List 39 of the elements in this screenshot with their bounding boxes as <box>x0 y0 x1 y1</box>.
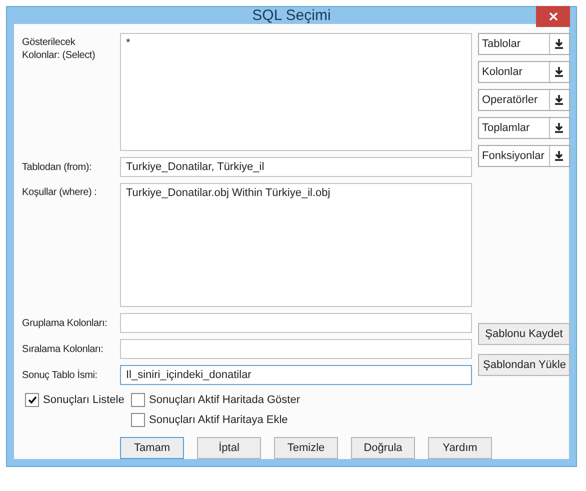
close-button[interactable] <box>536 6 570 27</box>
field-label: Sonuç Tablo İsmi: <box>22 368 98 382</box>
field-label: Sıralama Kolonları: <box>22 342 104 356</box>
checkbox-label: Sonuçları Aktif Haritaya Ekle <box>149 414 288 426</box>
field-label: Tablodan (from): <box>22 160 93 174</box>
dropdown-button[interactable]: Toplamlar <box>478 117 570 139</box>
template-button[interactable]: Şablondan Yükle <box>478 354 570 376</box>
close-icon <box>548 12 558 21</box>
down-arrow-icon <box>554 94 564 106</box>
dialog-button[interactable]: Doğrula <box>351 437 415 459</box>
input-field[interactable] <box>120 339 472 359</box>
down-arrow-icon <box>554 66 564 78</box>
input-field[interactable]: Turkiye_Donatilar, Türkiye_il <box>120 157 472 177</box>
down-arrow-icon <box>554 150 564 162</box>
checkbox[interactable] <box>131 393 145 407</box>
field-label: Gösterilecek Kolonlar: (Select) <box>22 36 96 62</box>
dropdown-button[interactable]: Operatörler <box>478 89 570 111</box>
checkbox-label: Sonuçları Aktif Haritada Göster <box>149 394 300 406</box>
dialog-button[interactable]: Yardım <box>428 437 492 459</box>
template-button[interactable]: Şablonu Kaydet <box>478 323 570 345</box>
check-icon <box>28 396 36 404</box>
window-title: SQL Seçimi <box>252 7 331 24</box>
dropdown-button[interactable]: Tablolar <box>478 33 570 55</box>
checkbox[interactable] <box>25 393 39 407</box>
field-label: Koşullar (where) : <box>22 186 98 199</box>
dropdown-button[interactable]: Kolonlar <box>478 61 570 83</box>
dialog-button[interactable]: Tamam <box>120 437 184 459</box>
input-field[interactable] <box>120 313 472 333</box>
checkbox-label: Sonuçları Listele <box>43 394 124 406</box>
text-area[interactable]: * <box>120 33 472 151</box>
input-field[interactable]: Il_siniri_içindeki_donatilar <box>120 365 472 385</box>
dialog-button[interactable]: İptal <box>197 437 261 459</box>
down-arrow-icon <box>554 38 564 50</box>
dropdown-button[interactable]: Fonksiyonlar <box>478 145 570 167</box>
text-area[interactable]: Turkiye_Donatilar.obj Within Türkiye_il.obj <box>120 183 472 307</box>
field-label: Gruplama Kolonları: <box>22 316 108 330</box>
checkbox[interactable] <box>131 413 145 427</box>
dialog-button[interactable]: Temizle <box>274 437 338 459</box>
down-arrow-icon <box>554 122 564 134</box>
